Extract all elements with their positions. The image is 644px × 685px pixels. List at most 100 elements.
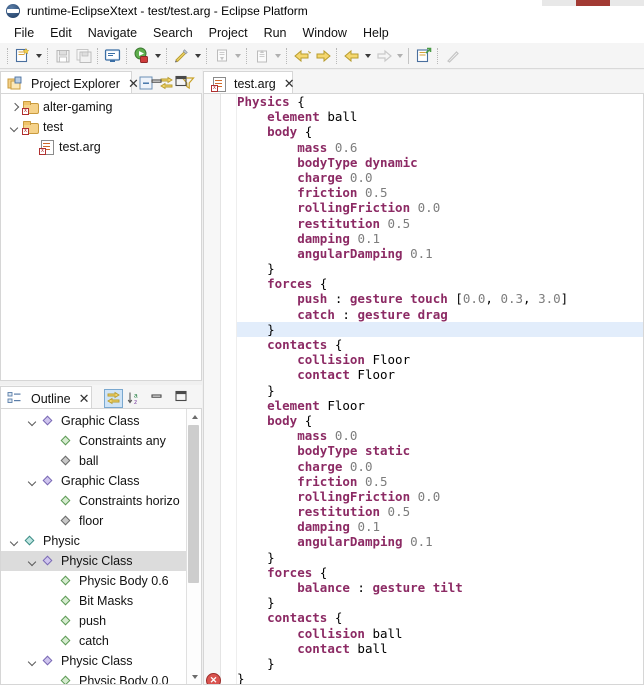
new-java-project-icon[interactable] (413, 45, 434, 66)
code-line[interactable]: } (237, 671, 643, 684)
code-line[interactable]: friction 0.5 (237, 185, 643, 200)
close-button[interactable] (576, 0, 610, 6)
run-dropdown-icon[interactable] (152, 45, 163, 66)
code-line[interactable]: restitution 0.5 (237, 216, 643, 231)
outline-scrollbar[interactable] (186, 409, 201, 684)
editor-folding-ruler[interactable] (221, 94, 237, 684)
outline-item[interactable]: Physic Class (1, 551, 201, 571)
code-line[interactable]: forces { (237, 276, 643, 291)
code-line[interactable]: charge 0.0 (237, 459, 643, 474)
code-line[interactable]: collision Floor (237, 352, 643, 367)
tree-item-test[interactable]: x test (1, 117, 201, 137)
chevron-right-icon[interactable] (7, 98, 22, 116)
external-tools-icon[interactable] (171, 45, 192, 66)
link-with-editor-icon[interactable] (104, 388, 123, 408)
code-line[interactable]: } (237, 595, 643, 610)
code-line[interactable]: push : gesture touch [0.0, 0.3, 3.0] (237, 291, 643, 306)
save-icon[interactable] (52, 45, 73, 66)
editor-annotation-ruler[interactable] (204, 94, 221, 684)
code-line[interactable]: mass 0.0 (237, 428, 643, 443)
outline-item[interactable]: Constraints horizo (1, 491, 201, 511)
code-line[interactable]: mass 0.6 (237, 140, 643, 155)
run-icon[interactable] (131, 45, 152, 66)
outline-item[interactable]: catch (1, 631, 201, 651)
code-line[interactable]: Physics { (237, 94, 643, 109)
code-line[interactable]: rollingFriction 0.0 (237, 200, 643, 215)
code-line[interactable]: angularDamping 0.1 (237, 246, 643, 261)
menu-help[interactable]: Help (355, 24, 397, 42)
menu-navigate[interactable]: Navigate (80, 24, 145, 42)
scrollbar-thumb[interactable] (188, 425, 199, 583)
chevron-down-icon[interactable] (25, 472, 40, 490)
chevron-down-icon[interactable] (7, 118, 22, 136)
code-line[interactable]: damping 0.1 (237, 519, 643, 534)
back-history-dropdown-icon[interactable] (362, 45, 373, 66)
code-line[interactable]: collision ball (237, 626, 643, 641)
previous-annotation-dropdown-icon[interactable] (272, 45, 283, 66)
menu-project[interactable]: Project (201, 24, 256, 42)
tab-test-arg[interactable]: x test.arg ✕ (203, 71, 295, 95)
next-annotation-dropdown-icon[interactable] (232, 45, 243, 66)
code-line[interactable]: element Floor (237, 398, 643, 413)
forward-icon[interactable] (312, 45, 333, 66)
code-line[interactable]: element ball (237, 109, 643, 124)
minimize-button[interactable] (542, 0, 576, 6)
code-line[interactable]: contact ball (237, 641, 643, 656)
outline-item[interactable]: ball (1, 451, 201, 471)
code-line[interactable]: angularDamping 0.1 (237, 534, 643, 549)
code-line[interactable]: } (237, 656, 643, 671)
code-line[interactable]: contact Floor (237, 367, 643, 382)
save-all-icon[interactable] (73, 45, 94, 66)
tree-item-alter-gaming[interactable]: x alter-gaming (1, 97, 201, 117)
menu-file[interactable]: File (6, 24, 42, 42)
new-wizard-dropdown-icon[interactable] (33, 45, 44, 66)
code-line[interactable]: contacts { (237, 610, 643, 625)
close-icon[interactable]: ✕ (79, 392, 90, 405)
outline-item[interactable]: Constraints any (1, 431, 201, 451)
menu-edit[interactable]: Edit (42, 24, 80, 42)
menu-run[interactable]: Run (256, 24, 295, 42)
forward-history-dropdown-icon[interactable] (394, 45, 405, 66)
chevron-down-icon[interactable] (7, 532, 22, 550)
code-line[interactable]: body { (237, 413, 643, 428)
maximize-view-icon[interactable] (174, 389, 188, 408)
code-line[interactable]: } (237, 383, 643, 398)
outline-item[interactable]: Physic Body 0.6 (1, 571, 201, 591)
console-icon[interactable] (102, 45, 123, 66)
code-line[interactable]: } (237, 550, 643, 565)
tree-item-test-arg[interactable]: x test.arg (1, 137, 201, 157)
error-marker-icon[interactable]: ✕ (206, 672, 221, 684)
chevron-down-icon[interactable] (25, 552, 40, 570)
code-line[interactable]: bodyType static (237, 443, 643, 458)
outline-item[interactable]: Bit Masks (1, 591, 201, 611)
outline-item[interactable]: Physic Body 0.0 (1, 671, 201, 684)
scroll-up-arrow-icon[interactable] (187, 409, 201, 424)
code-line[interactable]: catch : gesture drag (237, 307, 643, 322)
code-line[interactable]: body { (237, 124, 643, 139)
code-editor[interactable]: Physics { element ball body { mass 0.6 b… (203, 93, 644, 685)
outline-item[interactable]: Graphic Class (1, 471, 201, 491)
maximize-view-icon[interactable] (174, 74, 188, 93)
chevron-down-icon[interactable] (25, 652, 40, 670)
code-line[interactable]: } (237, 261, 643, 276)
menu-window[interactable]: Window (295, 24, 355, 42)
code-line[interactable]: forces { (237, 565, 643, 580)
outline-item[interactable]: push (1, 611, 201, 631)
menu-search[interactable]: Search (145, 24, 201, 42)
sort-alphabetically-icon[interactable]: a z (125, 389, 144, 408)
forward-history-icon[interactable] (373, 45, 394, 66)
minimize-view-icon[interactable] (150, 389, 164, 408)
editor-code-area[interactable]: Physics { element ball body { mass 0.6 b… (237, 94, 643, 684)
outline-item[interactable]: Physic Class (1, 651, 201, 671)
code-line[interactable]: bodyType dynamic (237, 155, 643, 170)
tab-project-explorer[interactable]: Project Explorer ✕ (0, 71, 139, 95)
back-history-icon[interactable] (341, 45, 362, 66)
code-line[interactable]: balance : gesture tilt (237, 580, 643, 595)
tab-outline[interactable]: Outline ✕ (0, 386, 92, 410)
code-line[interactable]: charge 0.0 (237, 170, 643, 185)
external-tools-dropdown-icon[interactable] (192, 45, 203, 66)
minimize-view-icon[interactable] (150, 74, 164, 93)
previous-annotation-icon[interactable] (251, 45, 272, 66)
code-line[interactable]: damping 0.1 (237, 231, 643, 246)
code-line[interactable]: friction 0.5 (237, 474, 643, 489)
